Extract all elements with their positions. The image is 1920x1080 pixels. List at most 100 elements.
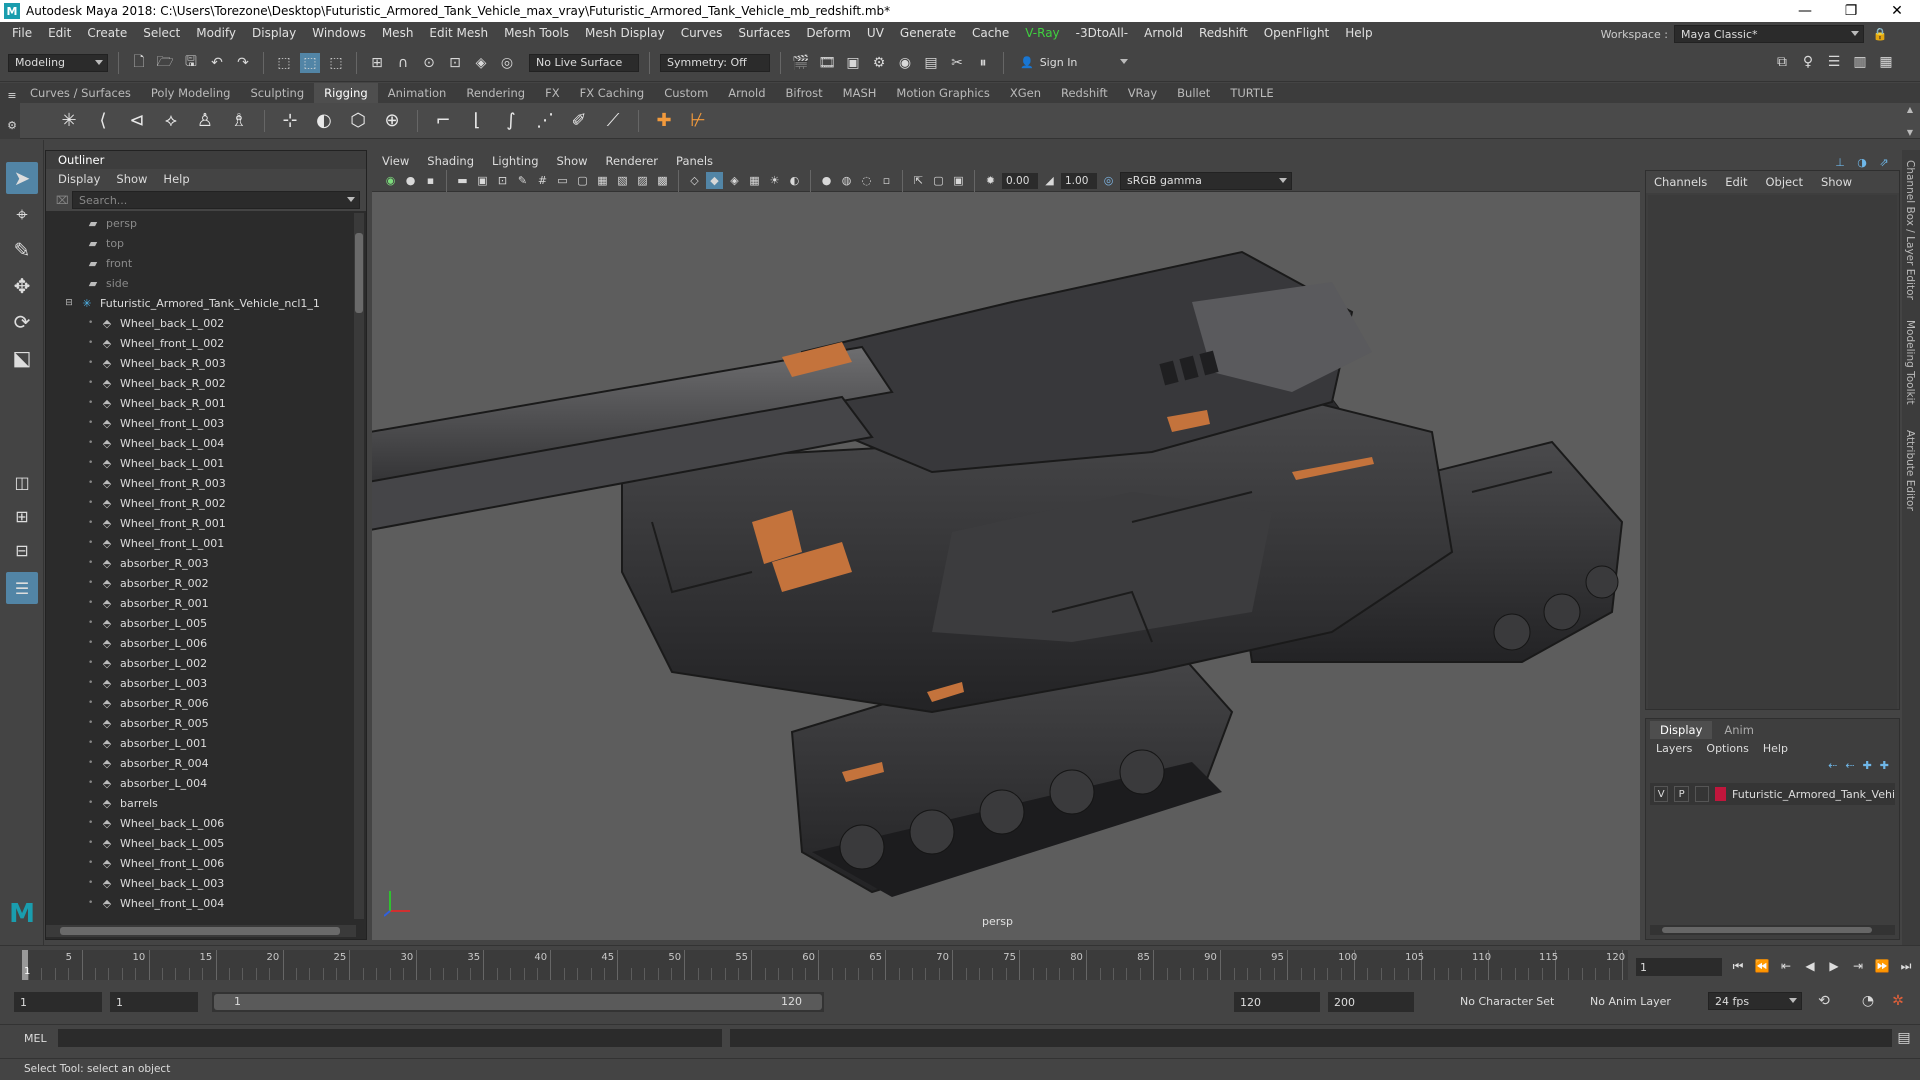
layer-menu-help[interactable]: Help: [1763, 742, 1788, 755]
shelf-tab-poly-modeling[interactable]: Poly Modeling: [141, 83, 241, 103]
snap-grid-icon[interactable]: ⊞: [367, 53, 387, 73]
snap-pivot-icon[interactable]: ◎: [497, 53, 517, 73]
menu-edit-mesh[interactable]: Edit Mesh: [421, 26, 496, 40]
anti-aliasing-icon[interactable]: ◌: [858, 172, 875, 189]
layer-row[interactable]: V P Futuristic_Armored_Tank_Vehi: [1650, 783, 1895, 805]
outliner-mesh-item[interactable]: • ⬘ absorber_R_004: [46, 753, 356, 773]
shelf-tab-rigging[interactable]: Rigging: [314, 83, 378, 103]
film-gate-icon[interactable]: ▭: [554, 172, 571, 189]
render-settings-icon[interactable]: ⚙: [869, 53, 889, 73]
menu-mesh-display[interactable]: Mesh Display: [577, 26, 673, 40]
outliner-mesh-item[interactable]: • ⬘ Wheel_front_L_002: [46, 333, 356, 353]
step-forward-key-icon[interactable]: ⇥: [1848, 956, 1868, 976]
lattice-icon[interactable]: ⬡: [345, 108, 371, 134]
play-backwards-icon[interactable]: ◀: [1800, 956, 1820, 976]
current-frame-field[interactable]: 1: [1636, 958, 1722, 976]
channel-menu-edit[interactable]: Edit: [1725, 175, 1747, 189]
camera-attributes-icon[interactable]: ▬: [454, 172, 471, 189]
isolate-select-icon[interactable]: ⇱: [910, 172, 927, 189]
ik-handle-icon[interactable]: ⌐: [430, 108, 456, 134]
single-perspective-view-icon[interactable]: ◫: [6, 466, 38, 498]
command-language-label[interactable]: MEL: [24, 1032, 47, 1045]
side-tab-attribute-editor[interactable]: Attribute Editor: [1904, 430, 1916, 511]
tool-settings-icon[interactable]: ▥: [1850, 52, 1870, 72]
insert-joint-icon[interactable]: ⟨: [90, 108, 116, 134]
viewport-menu-panels[interactable]: Panels: [676, 154, 713, 168]
menu-display[interactable]: Display: [244, 26, 304, 40]
wireframe-icon[interactable]: ◇: [686, 172, 703, 189]
menu-select[interactable]: Select: [135, 26, 188, 40]
lights-icon[interactable]: ☀: [766, 172, 783, 189]
menu-mesh-tools[interactable]: Mesh Tools: [496, 26, 577, 40]
constraint-icon[interactable]: ⟋: [600, 108, 626, 134]
move-layer-down-icon[interactable]: ⇠: [1845, 759, 1854, 772]
outliner-mesh-item[interactable]: • ⬘ Wheel_front_R_003: [46, 473, 356, 493]
human-ik-icon[interactable]: ♗: [226, 108, 252, 134]
layer-playback-toggle[interactable]: P: [1674, 786, 1689, 802]
outliner-mesh-item[interactable]: • ⬘ absorber_L_003: [46, 673, 356, 693]
menu-3dtoall[interactable]: -3DtoAll-: [1068, 26, 1136, 40]
auto-key-icon[interactable]: ◔: [1858, 991, 1878, 1011]
viewport-menu-show[interactable]: Show: [557, 154, 588, 168]
shelf-tab-bullet[interactable]: Bullet: [1167, 83, 1220, 103]
ik-spline-icon[interactable]: ⌊: [464, 108, 490, 134]
outliner-mesh-item[interactable]: • ⬘ absorber_L_001: [46, 733, 356, 753]
paint-select-icon[interactable]: ✎: [6, 234, 38, 266]
menu-surfaces[interactable]: Surfaces: [730, 26, 798, 40]
color-management-icon[interactable]: ◎: [1100, 172, 1117, 189]
outliner-vertical-scrollbar[interactable]: [354, 213, 364, 919]
shelf-tab-fx-caching[interactable]: FX Caching: [570, 83, 655, 103]
animation-preferences-icon[interactable]: ✲: [1888, 991, 1908, 1011]
select-component-icon[interactable]: ⬚: [326, 53, 346, 73]
shelf-scroll[interactable]: ▲ ▼: [1904, 105, 1916, 137]
outliner-mesh-item[interactable]: • ⬘ absorber_R_002: [46, 573, 356, 593]
perspective-viewport[interactable]: persp: [372, 192, 1640, 940]
playback-end-field[interactable]: 120: [1234, 992, 1320, 1012]
lock-icon[interactable]: 🔒: [1870, 24, 1890, 44]
move-tool-icon[interactable]: ✥: [6, 270, 38, 302]
menu-deform[interactable]: Deform: [798, 26, 859, 40]
outliner-mesh-item[interactable]: • ⬘ Wheel_back_L_001: [46, 453, 356, 473]
menu-modify[interactable]: Modify: [188, 26, 244, 40]
outliner-camera-item[interactable]: ▰ persp: [46, 213, 356, 233]
save-scene-icon[interactable]: 🖫: [181, 53, 201, 73]
outliner-mesh-item[interactable]: • ⬘ Wheel_front_R_002: [46, 493, 356, 513]
outliner-camera-item[interactable]: ▰ top: [46, 233, 356, 253]
depth-of-field-icon[interactable]: ▫: [878, 172, 895, 189]
outliner-mesh-item[interactable]: • ⬘ Wheel_front_R_001: [46, 513, 356, 533]
outliner-menu-display[interactable]: Display: [58, 172, 100, 186]
play-forwards-icon[interactable]: ▶: [1824, 956, 1844, 976]
channel-menu-show[interactable]: Show: [1821, 175, 1852, 189]
pause-icon[interactable]: ⏸: [973, 53, 993, 73]
field-chart-icon[interactable]: ▧: [614, 172, 631, 189]
select-hierarchy-icon[interactable]: ⬚: [274, 53, 294, 73]
channel-box-icon[interactable]: ⊥: [1830, 152, 1850, 172]
outliner-mesh-item[interactable]: • ⬘ Wheel_back_L_004: [46, 433, 356, 453]
undo-icon[interactable]: ↶: [207, 53, 227, 73]
layer-display-type-toggle[interactable]: [1694, 786, 1710, 802]
four-view-layout-icon[interactable]: ⊞: [6, 500, 38, 532]
parent-constraint-icon[interactable]: ⊬: [685, 108, 711, 134]
menu-redshift[interactable]: Redshift: [1191, 26, 1256, 40]
go-to-start-icon[interactable]: ⏮: [1728, 956, 1748, 976]
render-sequence-icon[interactable]: 🎞: [817, 53, 837, 73]
channel-menu-channels[interactable]: Channels: [1654, 175, 1707, 189]
menu-generate[interactable]: Generate: [892, 26, 964, 40]
anim-layer-dropdown[interactable]: No Anim Layer: [1590, 995, 1671, 1008]
animation-start-field[interactable]: 1: [14, 992, 102, 1012]
smooth-shade-icon[interactable]: ◆: [706, 172, 723, 189]
viewport-menu-lighting[interactable]: Lighting: [492, 154, 538, 168]
chevron-down-icon[interactable]: [347, 197, 355, 202]
motion-blur-icon[interactable]: ◍: [838, 172, 855, 189]
orient-joint-icon[interactable]: ⟡: [158, 108, 184, 134]
gamma-field[interactable]: 1.00: [1061, 172, 1097, 189]
side-tab-modeling-toolkit[interactable]: Modeling Toolkit: [1904, 320, 1916, 405]
shelf-tab-sculpting[interactable]: Sculpting: [240, 83, 314, 103]
command-input[interactable]: [58, 1029, 722, 1047]
shadows-icon[interactable]: ◐: [786, 172, 803, 189]
shelf-tab-arnold[interactable]: Arnold: [718, 83, 775, 103]
step-back-icon[interactable]: ⏪: [1752, 956, 1772, 976]
outliner-layout-icon[interactable]: ☰: [6, 572, 38, 604]
two-pane-layout-icon[interactable]: ⊟: [6, 534, 38, 566]
grease-pencil-icon[interactable]: ✎: [514, 172, 531, 189]
